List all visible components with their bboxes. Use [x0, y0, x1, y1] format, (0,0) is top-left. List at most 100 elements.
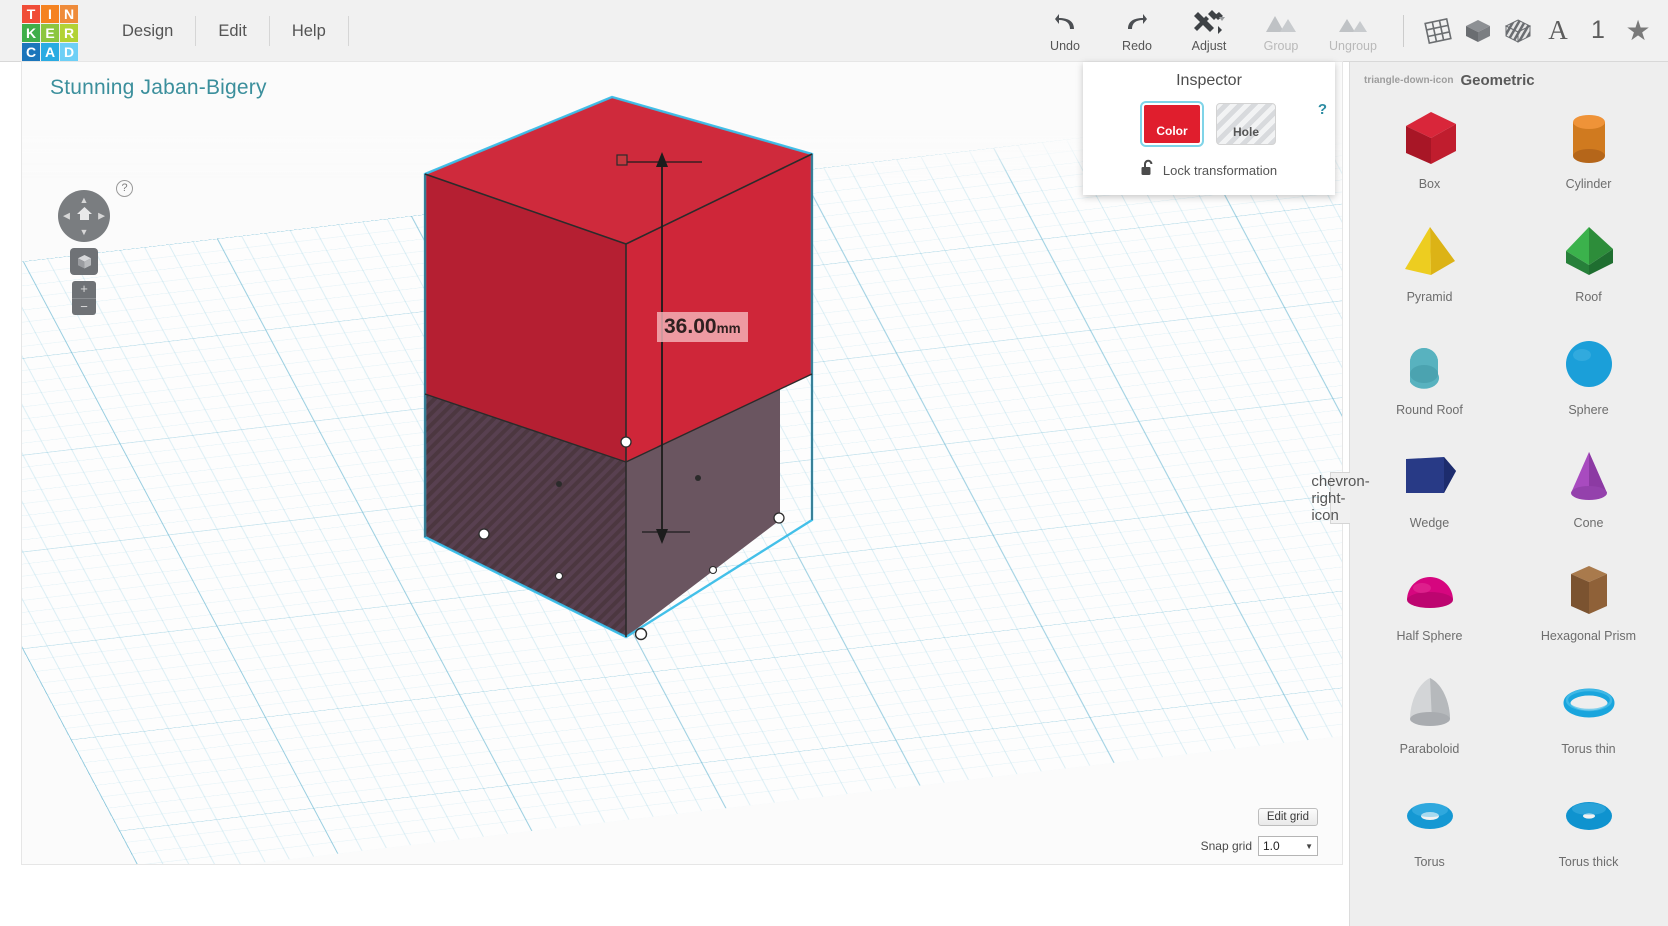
shape-item-torus-thick[interactable]: Torus thick — [1509, 773, 1668, 886]
text-tool-icon[interactable]: A — [1538, 8, 1578, 54]
roof-icon — [1557, 216, 1621, 288]
shape-label: Torus — [1414, 855, 1445, 869]
shape-label: Cylinder — [1565, 177, 1612, 191]
triangle-down-icon[interactable]: triangle-down-icon — [1364, 75, 1453, 86]
shape-label: Torus thick — [1558, 855, 1619, 869]
top-toolbar: T I N K E R C A D Design Edit Help Undo — [0, 0, 1668, 62]
shape-label: Half Sphere — [1396, 629, 1463, 643]
shape-item-sphere[interactable]: Sphere — [1509, 321, 1668, 434]
undo-icon — [1052, 9, 1078, 37]
shape-label: Paraboloid — [1399, 742, 1460, 756]
shapes-category-label: Geometric — [1460, 72, 1535, 89]
logo-letter: N — [60, 4, 78, 23]
lock-transformation-label: Lock transformation — [1162, 162, 1278, 178]
inspector-panel: Inspector Color Hole ? Lock transformati… — [1083, 62, 1335, 195]
redo-button[interactable]: Redo — [1101, 3, 1173, 59]
inspector-help-icon[interactable]: ? — [1318, 101, 1327, 118]
lock-transformation-row[interactable]: Lock transformation — [1083, 159, 1335, 181]
shape-label: Pyramid — [1406, 290, 1453, 304]
tinkercad-logo[interactable]: T I N K E R C A D — [22, 4, 78, 61]
sphere-icon — [1557, 329, 1621, 401]
snap-grid-value: 1.0 — [1263, 839, 1280, 853]
hole-swatch-label: Hole — [1232, 125, 1259, 139]
favorites-star-icon[interactable]: ★ — [1618, 8, 1658, 54]
group-button[interactable]: Group — [1245, 3, 1317, 59]
shape-item-wedge[interactable]: Wedge — [1350, 434, 1509, 547]
snap-grid-control: Snap grid 1.0 ▼ — [1201, 836, 1318, 856]
number-tool-icon[interactable]: 1 — [1578, 8, 1618, 54]
logo-letter: C — [22, 42, 40, 61]
dimension-label: 36.00mm — [657, 312, 748, 342]
torus-thick-icon — [1557, 781, 1621, 853]
shape-item-box[interactable]: Box — [1350, 95, 1509, 208]
shape-label: Roof — [1575, 290, 1602, 304]
shape-item-round-roof[interactable]: Round Roof — [1350, 321, 1509, 434]
logo-letter: K — [22, 23, 40, 42]
unlocked-padlock-icon — [1141, 159, 1155, 181]
chevron-down-icon: ▼ — [1305, 841, 1313, 851]
shape-item-cylinder[interactable]: Cylinder — [1509, 95, 1668, 208]
shape-label: Hexagonal Prism — [1540, 629, 1637, 643]
logo-letter: E — [41, 23, 59, 42]
menu-item-help[interactable]: Help — [270, 15, 349, 46]
box-icon — [1398, 103, 1462, 175]
wedge-icon — [1398, 442, 1462, 514]
shape-item-pyramid[interactable]: Pyramid — [1350, 208, 1509, 321]
logo-letter: R — [60, 23, 78, 42]
hexagonal-prism-icon — [1557, 555, 1621, 627]
shape-item-roof[interactable]: Roof — [1509, 208, 1668, 321]
group-label: Group — [1263, 38, 1299, 53]
inspector-title: Inspector — [1176, 72, 1242, 89]
logo-letter: A — [41, 42, 59, 61]
page-title: Stunning Jaban-Bigery — [50, 76, 267, 99]
ungroup-label: Ungroup — [1329, 38, 1377, 53]
pyramid-icon — [1398, 216, 1462, 288]
shape-item-torus-thin[interactable]: Torus thin — [1509, 660, 1668, 773]
undo-label: Undo — [1050, 38, 1080, 53]
dimension-unit: mm — [716, 321, 741, 336]
edit-tool-group: Undo Redo Adjust Group Ungroup — [1029, 0, 1418, 62]
shape-label: Cone — [1573, 516, 1604, 530]
shapes-grid: Box Cylinder Pyramid Roof Round Roof Sph… — [1350, 95, 1668, 886]
workplane-icon[interactable] — [1418, 8, 1458, 54]
shape-item-hexagonal-prism[interactable]: Hexagonal Prism — [1509, 547, 1668, 660]
group-icon — [1264, 9, 1298, 37]
hole-swatch-button[interactable]: Hole — [1216, 103, 1276, 145]
adjust-button[interactable]: Adjust — [1173, 3, 1245, 59]
logo-letter: D — [60, 42, 78, 61]
shape-label: Torus thin — [1561, 742, 1616, 756]
inspector-swatch-row: Color Hole ? — [1083, 101, 1335, 147]
striped-box-icon[interactable] — [1498, 8, 1538, 54]
view-tool-group: A 1 ★ — [1418, 0, 1658, 62]
torus-icon — [1398, 781, 1462, 853]
redo-icon — [1124, 9, 1150, 37]
ungroup-button[interactable]: Ungroup — [1317, 3, 1389, 59]
cone-icon — [1557, 442, 1621, 514]
menu-bar: Design Edit Help — [100, 0, 349, 62]
shape-item-paraboloid[interactable]: Paraboloid — [1350, 660, 1509, 773]
undo-button[interactable]: Undo — [1029, 3, 1101, 59]
logo-letter: T — [22, 4, 40, 23]
paraboloid-icon — [1398, 668, 1462, 740]
edit-grid-button[interactable]: Edit grid — [1257, 808, 1318, 826]
toolbar-divider — [1403, 14, 1404, 47]
shape-item-torus[interactable]: Torus — [1350, 773, 1509, 886]
redo-label: Redo — [1122, 38, 1152, 53]
solid-box-icon[interactable] — [1458, 8, 1498, 54]
shapes-panel: triangle-down-icon Geometric Box Cylinde… — [1349, 62, 1668, 926]
menu-item-edit[interactable]: Edit — [196, 15, 270, 46]
color-swatch-label: Color — [1156, 124, 1188, 138]
cylinder-icon — [1557, 103, 1621, 175]
shape-label: Box — [1418, 177, 1441, 191]
color-swatch-button[interactable]: Color — [1140, 101, 1204, 147]
half-sphere-icon — [1398, 555, 1462, 627]
snap-grid-select[interactable]: 1.0 ▼ — [1258, 836, 1318, 856]
shape-item-cone[interactable]: Cone — [1509, 434, 1668, 547]
shapes-panel-toggle[interactable]: chevron-right-icon — [1311, 472, 1370, 524]
shapes-category-header[interactable]: triangle-down-icon Geometric — [1350, 62, 1668, 95]
shape-item-half-sphere[interactable]: Half Sphere — [1350, 547, 1509, 660]
shape-label: Wedge — [1409, 516, 1450, 530]
shape-label: Round Roof — [1396, 403, 1463, 417]
torus-thin-icon — [1557, 668, 1621, 740]
menu-item-design[interactable]: Design — [100, 15, 197, 46]
